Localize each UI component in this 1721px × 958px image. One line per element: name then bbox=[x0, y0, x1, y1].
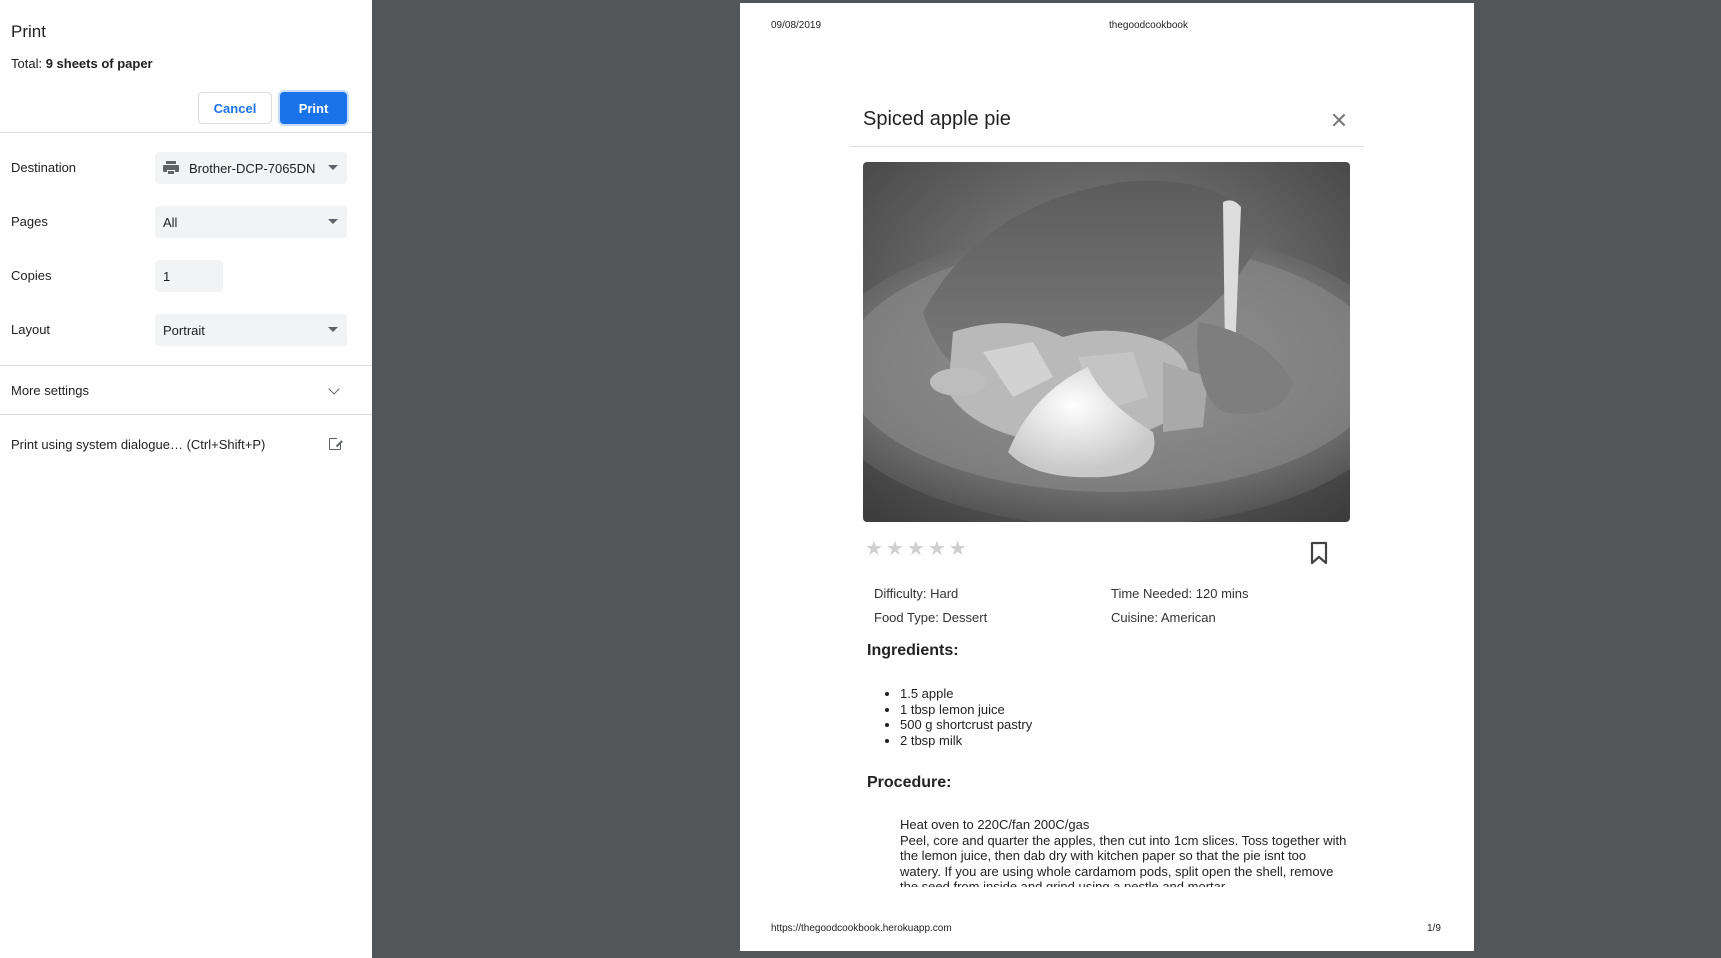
star-icon[interactable]: ★ bbox=[928, 539, 946, 559]
chevron-down-icon[interactable] bbox=[328, 383, 340, 395]
total-label: Total: bbox=[11, 56, 46, 71]
ingredient-item: 2 tbsp milk bbox=[900, 733, 1032, 749]
ingredient-item: 1 tbsp lemon juice bbox=[900, 702, 1032, 718]
dropdown-arrow-icon bbox=[328, 165, 338, 170]
food-type: Food Type: Dessert bbox=[874, 610, 988, 625]
recipe-photo bbox=[863, 162, 1350, 522]
procedure-heading: Procedure: bbox=[867, 774, 952, 791]
footer-page-number: 1/9 bbox=[1427, 923, 1441, 934]
dropdown-arrow-icon bbox=[328, 219, 338, 224]
destination-value: Brother-DCP-7065DN bbox=[189, 160, 316, 176]
dialog-title: Print bbox=[11, 22, 46, 41]
dropdown-arrow-icon bbox=[328, 327, 338, 332]
destination-select[interactable]: Brother-DCP-7065DN bbox=[155, 152, 347, 184]
system-dialog-link[interactable]: Print using system dialogue… (Ctrl+Shift… bbox=[11, 437, 265, 452]
procedure-step: Peel, core and quarter the apples, then … bbox=[900, 833, 1350, 888]
copies-input[interactable]: 1 bbox=[155, 260, 223, 292]
total-sheets: Total: 9 sheets of paper bbox=[11, 56, 153, 71]
divider bbox=[0, 414, 372, 415]
layout-value: Portrait bbox=[163, 322, 205, 338]
printer-icon bbox=[163, 161, 179, 175]
header-site: thegoodcookbook bbox=[1109, 20, 1188, 31]
print-button[interactable]: Print bbox=[280, 92, 347, 124]
divider bbox=[0, 132, 372, 133]
pages-value: All bbox=[163, 214, 178, 230]
more-settings-toggle[interactable]: More settings bbox=[11, 383, 89, 398]
bookmark-icon[interactable] bbox=[1309, 541, 1329, 565]
destination-label: Destination bbox=[11, 160, 77, 175]
layout-label: Layout bbox=[11, 322, 51, 337]
procedure-step: Heat oven to 220C/fan 200C/gas bbox=[900, 817, 1350, 833]
footer-url: https://thegoodcookbook.herokuapp.com bbox=[771, 923, 952, 934]
ingredients-heading: Ingredients: bbox=[867, 642, 959, 659]
copies-label: Copies bbox=[11, 268, 52, 283]
divider bbox=[850, 146, 1364, 147]
recipe-title: Spiced apple pie bbox=[863, 108, 1011, 130]
star-icon[interactable]: ★ bbox=[907, 539, 925, 559]
print-preview-page: 09/08/2019 thegoodcookbook Spiced apple … bbox=[740, 3, 1474, 951]
time-needed: Time Needed: 120 mins bbox=[1111, 586, 1249, 601]
procedure-list: Heat oven to 220C/fan 200C/gas Peel, cor… bbox=[900, 817, 1350, 887]
rating-stars[interactable]: ★ ★ ★ ★ ★ bbox=[865, 539, 967, 559]
star-icon[interactable]: ★ bbox=[886, 539, 904, 559]
layout-select[interactable]: Portrait bbox=[155, 314, 347, 346]
cancel-button[interactable]: Cancel bbox=[198, 92, 272, 124]
header-date: 09/08/2019 bbox=[771, 20, 822, 31]
pages-label: Pages bbox=[11, 214, 48, 229]
pages-select[interactable]: All bbox=[155, 206, 347, 238]
star-icon[interactable]: ★ bbox=[949, 539, 967, 559]
total-value: 9 sheets of paper bbox=[45, 56, 153, 71]
print-settings-panel: Print Total: 9 sheets of paper Cancel Pr… bbox=[0, 0, 372, 958]
close-icon[interactable] bbox=[1331, 112, 1347, 128]
divider bbox=[0, 365, 372, 366]
star-icon[interactable]: ★ bbox=[865, 539, 883, 559]
cuisine: Cuisine: American bbox=[1111, 610, 1216, 625]
ingredients-list: 1.5 apple 1 tbsp lemon juice 500 g short… bbox=[900, 686, 1032, 748]
ingredient-item: 500 g shortcrust pastry bbox=[900, 717, 1032, 733]
difficulty: Difficulty: Hard bbox=[874, 586, 959, 601]
ingredient-item: 1.5 apple bbox=[900, 686, 1032, 702]
